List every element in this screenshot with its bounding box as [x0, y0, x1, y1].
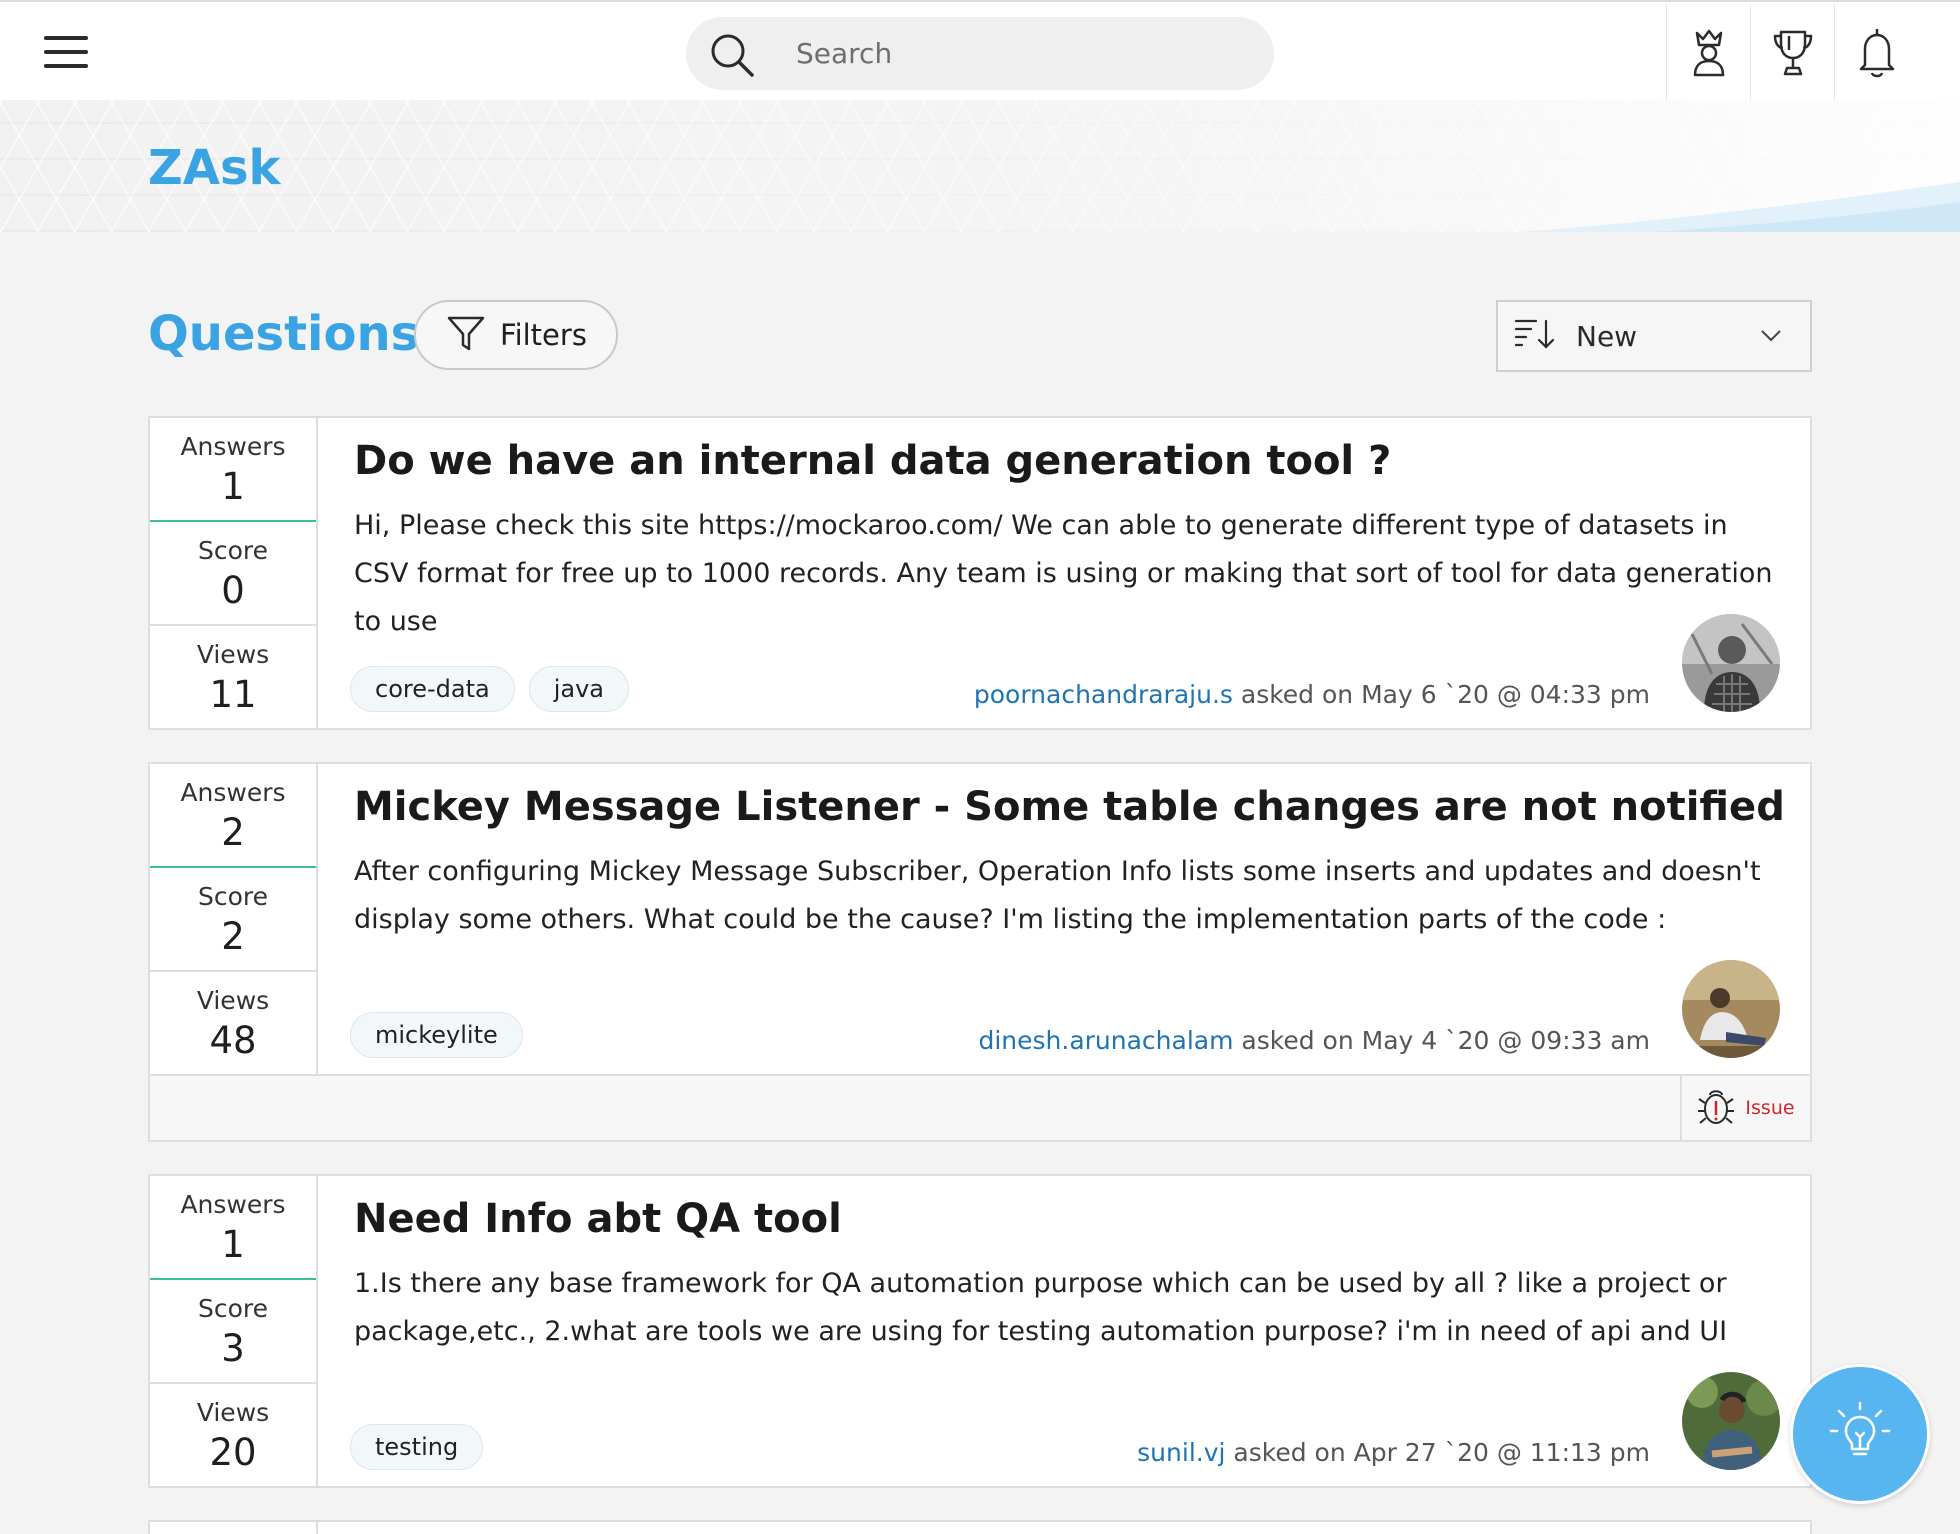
ask-question-button[interactable]	[1790, 1364, 1930, 1504]
answers-count: 1	[221, 1223, 245, 1266]
question-tags: core-data java	[350, 666, 629, 712]
avatar[interactable]	[1682, 960, 1780, 1058]
tag-chip[interactable]: java	[528, 666, 629, 712]
views-count: 48	[209, 1019, 257, 1062]
question-card[interactable]: Answers 2 Score 2 Views 48 Mickey Messag…	[148, 762, 1812, 1142]
ask-question-lightbulb-icon	[1825, 1397, 1895, 1471]
issue-type-badge[interactable]: Issue	[1680, 1076, 1810, 1140]
banner-wave-decoration	[1520, 182, 1960, 232]
answers-stat: Answers 1	[150, 1176, 316, 1280]
sort-selected-value: New	[1576, 319, 1638, 353]
score-stat: Score 3	[150, 1280, 316, 1384]
question-stats: Answers 1 Score 3 Views 20	[150, 1176, 318, 1486]
trophy-icon[interactable]	[1750, 4, 1834, 102]
bug-icon	[1697, 1085, 1735, 1131]
avatar[interactable]	[1682, 1372, 1780, 1470]
question-stats: Answers 2 Score 2 Views 48	[150, 764, 318, 1076]
answers-stat: Answers 1	[150, 418, 316, 522]
avatar[interactable]	[1682, 614, 1780, 712]
answers-stat: Answers 2	[150, 764, 316, 868]
author-link[interactable]: poornachandraraju.s	[974, 680, 1233, 709]
search-input[interactable]	[796, 29, 1236, 77]
question-card[interactable]: Answers 1 Score 0 Views 11 Do we have an…	[148, 416, 1812, 730]
issue-label: Issue	[1745, 1097, 1795, 1119]
score-stat: Score 2	[150, 868, 316, 972]
score-stat: Score 0	[150, 522, 316, 626]
score-count: 3	[221, 1327, 245, 1370]
question-meta: poornachandraraju.s asked on May 6 `20 @…	[974, 680, 1650, 709]
question-card[interactable]	[148, 1520, 1812, 1534]
sort-descending-icon	[1514, 317, 1556, 355]
question-title[interactable]: Mickey Message Listener - Some table cha…	[354, 784, 1785, 830]
tag-chip[interactable]: testing	[350, 1424, 484, 1470]
score-count: 2	[221, 915, 245, 958]
question-tags: mickeylite	[350, 1012, 523, 1058]
author-link[interactable]: sunil.vj	[1137, 1438, 1225, 1467]
answers-count: 2	[221, 811, 245, 854]
filters-label: Filters	[500, 318, 587, 352]
question-meta: dinesh.arunachalam asked on May 4 `20 @ …	[978, 1026, 1650, 1055]
question-title[interactable]: Do we have an internal data generation t…	[354, 438, 1391, 484]
asked-date: asked on May 4 `20 @ 09:33 am	[1233, 1026, 1650, 1055]
author-link[interactable]: dinesh.arunachalam	[978, 1026, 1233, 1055]
filter-funnel-icon	[446, 313, 486, 357]
views-count: 11	[209, 673, 257, 716]
views-stat: Views 48	[150, 972, 316, 1076]
question-card[interactable]: Answers 1 Score 3 Views 20 Need Info abt…	[148, 1174, 1812, 1488]
chevron-down-icon	[1760, 328, 1782, 347]
app-banner: ZAsk	[0, 100, 1960, 232]
page-title: Questions	[148, 306, 420, 362]
views-stat: Views 20	[150, 1384, 316, 1488]
question-tags: testing	[350, 1424, 484, 1470]
notification-bell-icon[interactable]	[1834, 4, 1918, 102]
search-icon	[708, 31, 758, 85]
question-meta: sunil.vj asked on Apr 27 `20 @ 11:13 pm	[1137, 1438, 1650, 1467]
sort-dropdown[interactable]: New	[1496, 300, 1812, 372]
answers-count: 1	[221, 465, 245, 508]
tag-chip[interactable]: mickeylite	[350, 1012, 523, 1058]
question-stats	[150, 1522, 318, 1534]
leaderboard-icon[interactable]	[1666, 4, 1750, 102]
question-title[interactable]: Need Info abt QA tool	[354, 1196, 842, 1242]
search-bar[interactable]	[686, 17, 1274, 90]
score-count: 0	[221, 569, 245, 612]
filters-button[interactable]: Filters	[414, 300, 618, 370]
tag-chip[interactable]: core-data	[350, 666, 515, 712]
asked-date: asked on May 6 `20 @ 04:33 pm	[1232, 680, 1650, 709]
asked-date: asked on Apr 27 `20 @ 11:13 pm	[1225, 1438, 1650, 1467]
question-excerpt: 1.Is there any base framework for QA aut…	[354, 1268, 1728, 1347]
app-title[interactable]: ZAsk	[148, 140, 280, 196]
views-count: 20	[209, 1431, 257, 1474]
question-footer: Issue	[150, 1074, 1810, 1140]
views-stat: Views 11	[150, 626, 316, 730]
question-excerpt: After configuring Mickey Message Subscri…	[354, 856, 1761, 935]
question-excerpt: Hi, Please check this site https://mocka…	[354, 510, 1773, 637]
question-stats: Answers 1 Score 0 Views 11	[150, 418, 318, 728]
hamburger-menu-icon[interactable]	[40, 30, 92, 74]
top-bar	[0, 0, 1960, 102]
